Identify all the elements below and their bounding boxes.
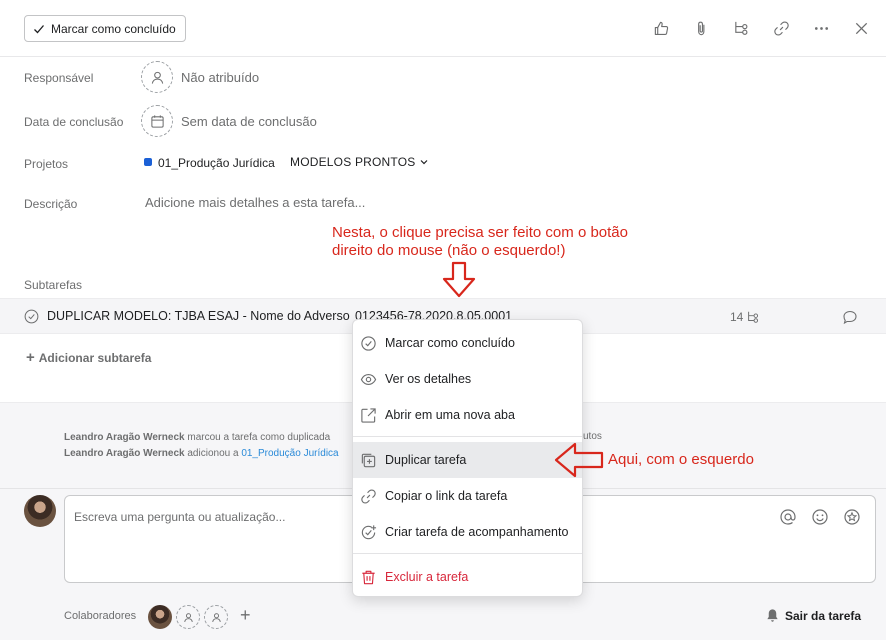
plus-icon: + [26,349,35,366]
menu-item-label: Abrir em uma nova aba [385,408,515,422]
link-icon[interactable] [770,16,792,40]
menu-divider [353,553,582,554]
menu-item-mark-complete[interactable]: Marcar como concluído [353,325,582,361]
due-date-value[interactable]: Sem data de conclusão [181,114,317,129]
add-subtask-button[interactable]: + Adicionar subtarefa [26,349,151,366]
follow-up-icon [361,524,377,539]
assignee-label: Responsável [24,71,94,85]
menu-item-open-new-tab[interactable]: Abrir em uma nova aba [353,397,582,433]
subtask-icon[interactable] [730,16,752,40]
due-date-label: Data de conclusão [24,115,124,129]
menu-item-follow-up[interactable]: Criar tarefa de acompanhamento [353,514,582,550]
menu-item-label: Excluir a tarefa [385,570,469,584]
menu-item-label: Copiar o link da tarefa [385,489,508,503]
activity-project-link[interactable]: 01_Produção Jurídica [241,448,338,459]
comment-tools [779,508,861,526]
annotation-line-1: Nesta, o clique precisa ser feito com o … [332,224,628,241]
collaborator-placeholder[interactable] [176,605,200,629]
eye-icon [360,373,377,385]
user-icon [211,612,221,622]
project-name[interactable]: 01_Produção Jurídica [158,156,275,170]
menu-item-label: Criar tarefa de acompanhamento [385,525,569,539]
collaborator-placeholder[interactable] [204,605,228,629]
leave-task-label: Sair da tarefa [785,608,862,623]
comment-icon[interactable] [842,309,858,325]
collaborators-label: Colaboradores [64,610,137,622]
subtask-icon [748,311,759,323]
chevron-down-icon [421,160,428,165]
user-icon [183,612,193,622]
menu-item-label: Marcar como concluído [385,336,515,350]
assignee-value[interactable]: Não atribuído [181,70,259,85]
attachment-icon[interactable] [690,16,712,40]
comment-placeholder: Escreva uma pergunta ou atualização... [74,510,286,524]
check-circle-icon [361,335,376,351]
menu-item-view-details[interactable]: Ver os detalhes [353,361,582,397]
context-menu: Marcar como concluído Ver os detalhes Ab… [352,319,583,597]
check-circle-icon[interactable] [24,309,39,324]
subtask-name[interactable]: DUPLICAR MODELO: TJBA ESAJ - Nome do Adv… [47,309,352,323]
assignee-avatar-placeholder[interactable] [141,61,173,93]
menu-divider [353,436,582,437]
activity-line-1: Leandro Aragão Werneck marcou a tarefa c… [64,432,330,443]
arrow-left-icon [554,442,604,478]
due-date-placeholder[interactable] [141,105,173,137]
star-icon[interactable] [843,508,861,526]
activity-line-2: Leandro Aragão Werneck adicionou a 01_Pr… [64,448,339,459]
emoji-icon[interactable] [811,508,829,526]
like-icon[interactable] [650,16,672,40]
trash-icon [362,570,375,584]
link-icon [361,488,376,504]
mention-icon[interactable] [779,508,797,526]
avatar [24,495,56,527]
arrow-down-icon [442,261,476,298]
activity-user[interactable]: Leandro Aragão Werneck [64,432,185,443]
user-icon [151,71,163,84]
subtask-count[interactable]: 14 [730,310,760,324]
task-header: Marcar como concluído [0,0,886,57]
calendar-icon [150,114,164,128]
project-color-dot [144,158,152,166]
leave-task-button[interactable]: Sair da tarefa [765,608,861,623]
menu-item-label: Duplicar tarefa [385,453,467,467]
projects-label: Projetos [24,157,69,171]
bell-icon [767,609,778,622]
collaborator-avatar[interactable] [148,605,172,629]
mark-complete-label: Marcar como concluído [51,21,176,36]
duplicate-icon [361,453,376,467]
description-input[interactable]: Adicione mais detalhes a esta tarefa... [145,195,365,210]
mark-complete-button[interactable]: Marcar como concluído [24,15,186,42]
project-section-label: MODELOS PRONTOS [290,155,416,169]
menu-item-duplicate-task[interactable]: Duplicar tarefa [353,442,582,478]
activity-text: adicionou a [187,448,239,459]
menu-item-copy-link[interactable]: Copiar o link da tarefa [353,478,582,514]
description-label: Descrição [24,197,78,211]
project-section-dropdown[interactable]: MODELOS PRONTOS [290,155,429,169]
annotation-left-click: Aqui, com o esquerdo [608,451,754,468]
more-icon[interactable] [810,16,832,40]
open-external-icon [361,407,376,423]
activity-user[interactable]: Leandro Aragão Werneck [64,448,185,459]
add-subtask-label: Adicionar subtarefa [38,350,152,365]
menu-item-delete-task[interactable]: Excluir a tarefa [353,559,582,595]
add-collaborator-button[interactable]: + [240,605,251,626]
header-actions [650,16,872,40]
check-icon [34,24,44,33]
activity-text: marcou a tarefa como duplicada [187,432,331,443]
annotation-right-click: Nesta, o clique precisa ser feito com o … [332,224,662,260]
subtasks-label: Subtarefas [24,278,83,292]
subtask-count-value: 14 [730,310,744,324]
close-icon[interactable] [850,16,872,40]
annotation-line-2: direito do mouse (não o esquerdo!) [332,242,566,259]
menu-item-label: Ver os detalhes [385,372,472,386]
